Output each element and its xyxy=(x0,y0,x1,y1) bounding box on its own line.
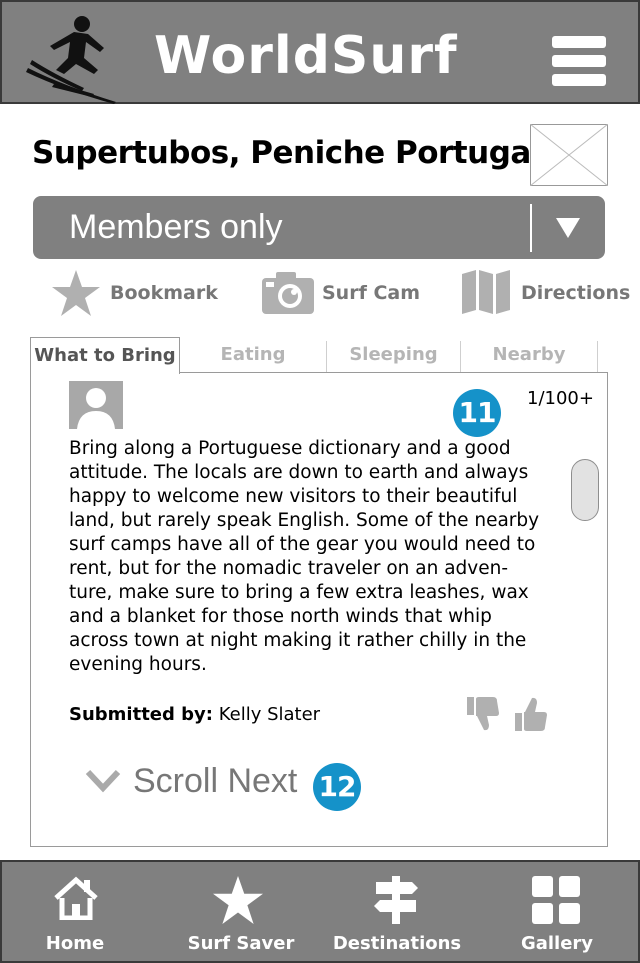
access-dropdown[interactable]: Members only xyxy=(33,196,605,259)
surf-cam-button[interactable]: Surf Cam xyxy=(262,268,420,318)
post-body-text: Bring along a Portuguese dictionary and … xyxy=(69,438,540,675)
app-brand-title: WorldSurf xyxy=(154,26,458,86)
annotation-badge: 12 xyxy=(313,763,361,811)
tab-sleeping[interactable]: Sleeping xyxy=(327,337,460,373)
chevron-down-icon xyxy=(85,769,121,793)
triangle-down-icon xyxy=(556,218,580,238)
directions-label: Directions xyxy=(521,282,631,304)
scrollbar-thumb[interactable] xyxy=(571,459,599,521)
nav-gallery[interactable]: Gallery xyxy=(512,862,602,961)
tab-separator xyxy=(597,341,598,373)
content-tabs: What to Bring Eating Sleeping Nearby xyxy=(30,337,608,374)
page-title: Supertubos, Peniche Portugal xyxy=(32,135,541,171)
bottom-navigation: Home Surf Saver Destinations Gallery xyxy=(0,860,640,963)
tab-nearby[interactable]: Nearby xyxy=(461,337,597,373)
nav-surf-saver-label: Surf Saver xyxy=(187,933,295,954)
image-placeholder-icon[interactable] xyxy=(530,124,608,186)
tab-eating[interactable]: Eating xyxy=(180,337,326,373)
nav-destinations-label: Destinations xyxy=(332,933,462,954)
star-icon xyxy=(52,270,100,316)
nav-surf-saver[interactable]: Surf Saver xyxy=(186,862,296,961)
submitted-by: Submitted by: Kelly Slater xyxy=(69,703,320,727)
nav-home-label: Home xyxy=(45,933,105,954)
app-header: WorldSurf xyxy=(0,0,640,104)
grid-icon xyxy=(532,876,580,924)
map-icon xyxy=(462,270,510,314)
surf-cam-label: Surf Cam xyxy=(322,282,421,304)
nav-home[interactable]: Home xyxy=(30,862,120,961)
dropdown-divider xyxy=(530,204,532,252)
hamburger-menu-icon[interactable] xyxy=(552,34,608,88)
camera-icon xyxy=(262,272,314,314)
submitted-by-label: Submitted by: xyxy=(69,704,213,725)
submitted-by-author[interactable]: Kelly Slater xyxy=(219,704,320,725)
surfer-icon[interactable] xyxy=(24,14,120,104)
annotation-badge: 11 xyxy=(453,389,501,437)
home-icon xyxy=(54,876,98,920)
bookmark-button[interactable]: Bookmark xyxy=(52,268,218,318)
directions-button[interactable]: Directions xyxy=(462,268,630,318)
post-count: 1/100+ xyxy=(527,388,594,409)
nav-gallery-label: Gallery xyxy=(520,933,594,954)
dropdown-selected-value: Members only xyxy=(69,208,283,246)
star-icon xyxy=(213,876,263,924)
tab-what-to-bring[interactable]: What to Bring xyxy=(30,337,180,374)
bookmark-label: Bookmark xyxy=(110,282,218,304)
scroll-next-label: Scroll Next xyxy=(133,762,298,800)
signpost-icon xyxy=(374,876,418,924)
tab-content-panel: 11 1/100+ Bring along a Portuguese dicti… xyxy=(30,372,608,847)
thumbs-up-icon[interactable] xyxy=(515,697,547,731)
nav-destinations[interactable]: Destinations xyxy=(332,862,462,961)
user-avatar-icon[interactable] xyxy=(69,381,123,429)
thumbs-down-icon[interactable] xyxy=(467,697,499,731)
